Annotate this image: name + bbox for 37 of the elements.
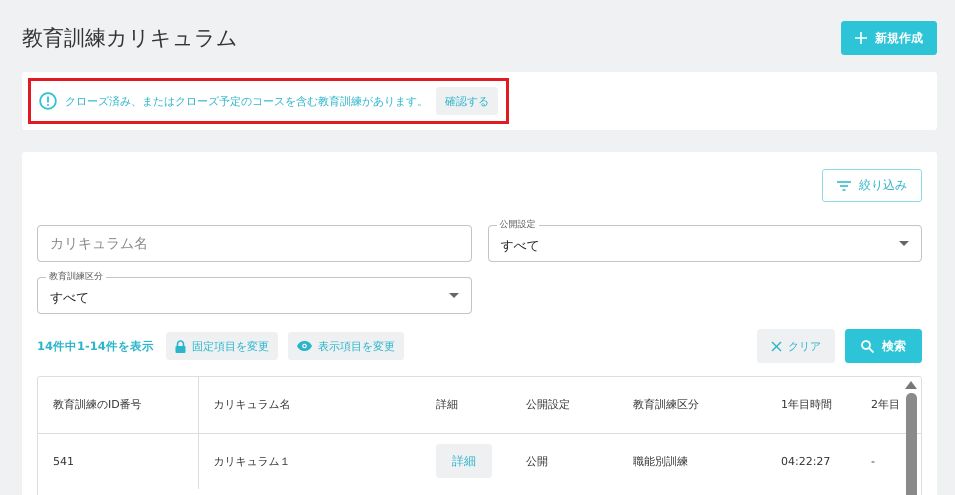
eye-icon xyxy=(296,341,312,351)
result-count: 14件中1-14件を表示 xyxy=(37,338,154,354)
column-header: 公開設定 xyxy=(511,377,618,433)
alert-icon xyxy=(39,92,57,110)
search-button[interactable]: 検索 xyxy=(845,329,922,363)
table-cell: 職能別訓練 xyxy=(633,454,688,468)
name-field[interactable]: カリキュラム名 xyxy=(37,225,472,262)
column-header: 1年目時間 xyxy=(766,377,856,433)
table-cell: 公開 xyxy=(526,454,548,468)
search-icon xyxy=(861,340,874,352)
scrollbar-thumb[interactable] xyxy=(906,393,916,495)
close-icon xyxy=(771,340,782,352)
notice-message: クローズ済み、またはクローズ予定のコースを含む教育訓練があります。 xyxy=(65,94,428,108)
table-cell: カリキュラム１ xyxy=(214,454,290,468)
dropdown-caret-icon xyxy=(448,293,458,298)
lock-icon xyxy=(174,340,186,352)
display-columns-button[interactable]: 表示項目を変更 xyxy=(288,332,404,360)
table-cell: 04:22:27 xyxy=(781,454,830,468)
column-header: カリキュラム名 xyxy=(198,377,421,433)
column-header: 詳細 xyxy=(421,377,511,433)
column-header: 教育訓練のID番号 xyxy=(38,377,198,433)
confirm-button[interactable]: 確認する xyxy=(436,87,498,115)
scroll-up-icon[interactable] xyxy=(905,381,917,389)
filter-button[interactable]: 絞り込み xyxy=(822,169,922,202)
table-cell: 541 xyxy=(53,454,74,468)
dropdown-caret-icon xyxy=(899,241,909,246)
fixed-columns-button[interactable]: 固定項目を変更 xyxy=(166,332,278,360)
column-header: 教育訓練区分 xyxy=(618,377,766,433)
table-cell: - xyxy=(871,454,875,468)
field-label: 教育訓練区分 xyxy=(46,270,106,283)
filter-icon xyxy=(837,180,851,190)
page-title: 教育訓練カリキュラム xyxy=(22,25,238,52)
plus-icon xyxy=(855,32,867,44)
detail-button[interactable]: 詳細 xyxy=(436,444,492,478)
new-button[interactable]: 新規作成 xyxy=(841,21,937,55)
field-label: 公開設定 xyxy=(496,218,538,231)
clear-button[interactable]: クリア xyxy=(757,329,835,363)
